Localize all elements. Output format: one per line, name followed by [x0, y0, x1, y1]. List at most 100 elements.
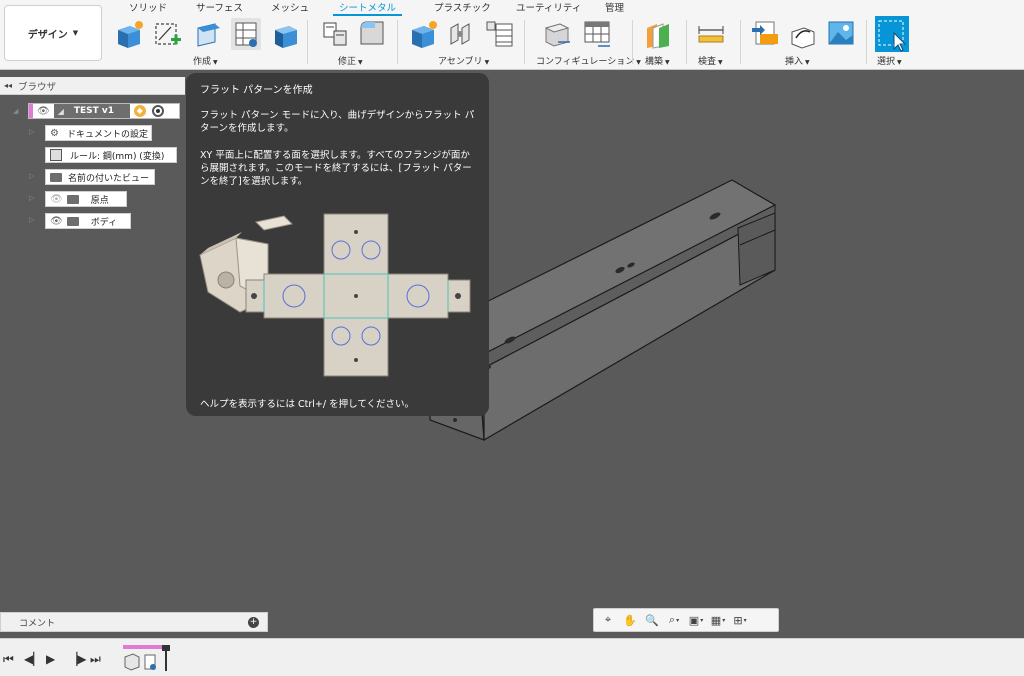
- group-modify[interactable]: 修正 ▼: [338, 54, 363, 67]
- zoom-icon[interactable]: 🔍: [642, 611, 662, 629]
- grid-settings-icon[interactable]: ▦: [708, 611, 728, 629]
- group-construct-label: 構築: [645, 57, 664, 67]
- workspace-label: デザイン: [27, 29, 68, 41]
- tooltip-title: フラット パターンを作成: [200, 85, 313, 96]
- go-to-start-icon[interactable]: ⏮: [3, 652, 14, 667]
- chevron-down-icon: ▼: [665, 59, 670, 66]
- browser-item-bodies[interactable]: 👁 ボディ: [45, 213, 131, 229]
- insert-mesh-icon[interactable]: [788, 18, 818, 50]
- root-component-box[interactable]: ◢ TEST v1: [53, 104, 130, 118]
- ribbon-toolbar: デザイン ▼ ソリッド サーフェス メッシュ シートメタル プラスチック ユーテ…: [0, 0, 1024, 70]
- folder-icon: [50, 172, 62, 182]
- chevron-down-icon: ▼: [897, 59, 902, 66]
- group-divider: [632, 20, 633, 64]
- group-select[interactable]: 選択 ▼: [877, 54, 902, 67]
- measure-icon[interactable]: [696, 18, 726, 50]
- tab-manage[interactable]: 管理: [605, 0, 624, 16]
- expand-triangle-icon[interactable]: ▷: [29, 216, 34, 224]
- comments-label: コメント: [19, 618, 56, 629]
- browser-item-label: ドキュメントの設定: [66, 129, 148, 140]
- browser-root-node[interactable]: 👁 ◢ TEST v1 ◆: [28, 103, 180, 119]
- browser-panel-header[interactable]: ◂◂ ブラウザ: [0, 77, 185, 95]
- expand-triangle-icon[interactable]: ▷: [29, 172, 34, 180]
- go-to-end-icon[interactable]: ⏭: [90, 652, 101, 667]
- tab-sheet-metal[interactable]: シートメタル: [333, 0, 403, 16]
- tab-solid[interactable]: ソリッド: [129, 0, 167, 16]
- chevron-down-icon: ▼: [484, 59, 490, 66]
- group-assemble[interactable]: アセンブリ ▼: [438, 54, 489, 67]
- collapse-panel-icon[interactable]: ◂◂: [4, 81, 12, 90]
- activate-radio-icon[interactable]: [151, 105, 164, 117]
- group-inspect[interactable]: 検査 ▼: [698, 54, 723, 67]
- group-inspect-label: 検査: [698, 57, 717, 67]
- new-component-icon[interactable]: [408, 18, 438, 50]
- create-sketch-icon[interactable]: [153, 18, 183, 50]
- play-icon[interactable]: ▶: [46, 652, 55, 666]
- pan-hand-icon[interactable]: ✋: [620, 611, 640, 629]
- chevron-down-icon: ▼: [358, 59, 363, 66]
- component-icon: ◢: [57, 106, 64, 116]
- configuration-table-icon[interactable]: [582, 18, 612, 50]
- folder-icon: [66, 216, 79, 226]
- zoom-window-icon[interactable]: ⌕: [664, 611, 684, 629]
- unfold-icon[interactable]: [357, 18, 387, 50]
- canvas-image-icon[interactable]: [826, 18, 856, 50]
- comments-panel[interactable]: コメント +: [0, 612, 268, 632]
- group-create-label: 作成: [193, 57, 212, 67]
- flat-pattern-illustration: [199, 213, 471, 377]
- navigation-toolbar: ⌖ ✋ 🔍 ⌕ ▣ ▦ ⊞: [593, 608, 779, 632]
- chevron-down-icon: ▼: [805, 59, 810, 66]
- group-insert-label: 挿入: [785, 57, 804, 67]
- expand-triangle-icon[interactable]: ▷: [29, 128, 34, 136]
- press-pull-icon[interactable]: [321, 18, 351, 50]
- group-construct[interactable]: 構築 ▼: [645, 54, 670, 67]
- root-component-name: TEST v1: [73, 106, 115, 116]
- visibility-eye-icon[interactable]: 👁: [50, 216, 63, 227]
- browser-item-named-views[interactable]: 名前の付いたビュー: [45, 169, 155, 185]
- tab-mesh[interactable]: メッシュ: [271, 0, 309, 16]
- extrude-icon[interactable]: [271, 18, 301, 50]
- timeline-features[interactable]: [123, 651, 163, 673]
- browser-item-label: ルール: 鋼(mm) (変換): [70, 151, 165, 162]
- browser-item-document-settings[interactable]: ⚙ ドキュメントの設定: [45, 125, 152, 141]
- group-configure[interactable]: コンフィギュレーション ▼: [536, 54, 641, 67]
- offset-plane-icon[interactable]: [643, 18, 673, 50]
- bill-of-materials-icon[interactable]: [484, 18, 514, 50]
- tab-utilities[interactable]: ユーティリティ: [516, 0, 581, 16]
- step-forward-icon[interactable]: ▕▶: [68, 652, 86, 666]
- command-tooltip: フラット パターンを作成 フラット パターン モードに入り、曲げデザインからフラ…: [186, 73, 489, 416]
- group-configure-label: コンフィギュレーション: [536, 57, 635, 67]
- orbit-icon[interactable]: ⌖: [598, 611, 618, 629]
- browser-item-sheet-metal-rule[interactable]: ルール: 鋼(mm) (変換): [45, 147, 177, 163]
- visibility-eye-icon[interactable]: 👁: [37, 106, 50, 117]
- timeline-marker[interactable]: [162, 645, 170, 671]
- expand-triangle-icon[interactable]: ▷: [29, 194, 34, 202]
- group-divider: [397, 20, 398, 64]
- step-back-icon[interactable]: ◀▏: [24, 652, 42, 666]
- create-flat-pattern-icon[interactable]: [231, 18, 261, 50]
- group-divider: [307, 20, 308, 64]
- select-icon[interactable]: [875, 16, 909, 52]
- browser-title: ブラウザ: [18, 81, 57, 93]
- configure-icon[interactable]: [542, 18, 572, 50]
- sheet-metal-rule-icon[interactable]: ◆: [133, 105, 146, 117]
- display-settings-icon[interactable]: ▣: [686, 611, 706, 629]
- workspace-dropdown[interactable]: デザイン ▼: [4, 5, 102, 61]
- joint-icon[interactable]: [446, 18, 476, 50]
- tab-surface[interactable]: サーフェス: [196, 0, 243, 16]
- new-component-icon[interactable]: [114, 18, 144, 50]
- insert-svg-icon[interactable]: [750, 18, 780, 50]
- group-modify-label: 修正: [338, 57, 357, 67]
- browser-item-origin[interactable]: 👁 原点: [45, 191, 127, 207]
- visibility-hidden-eye-icon[interactable]: 👁: [50, 194, 63, 205]
- group-insert[interactable]: 挿入 ▼: [785, 54, 810, 67]
- folder-icon: [66, 194, 79, 204]
- browser-item-label: 名前の付いたビュー: [68, 173, 150, 184]
- expand-triangle-icon[interactable]: ◢: [13, 107, 18, 115]
- viewports-icon[interactable]: ⊞: [730, 611, 750, 629]
- add-comment-icon[interactable]: +: [248, 616, 259, 628]
- group-create[interactable]: 作成 ▼: [193, 54, 218, 67]
- chevron-down-icon: ▼: [718, 59, 723, 66]
- tab-plastic[interactable]: プラスチック: [434, 0, 491, 16]
- flange-icon[interactable]: [193, 18, 223, 50]
